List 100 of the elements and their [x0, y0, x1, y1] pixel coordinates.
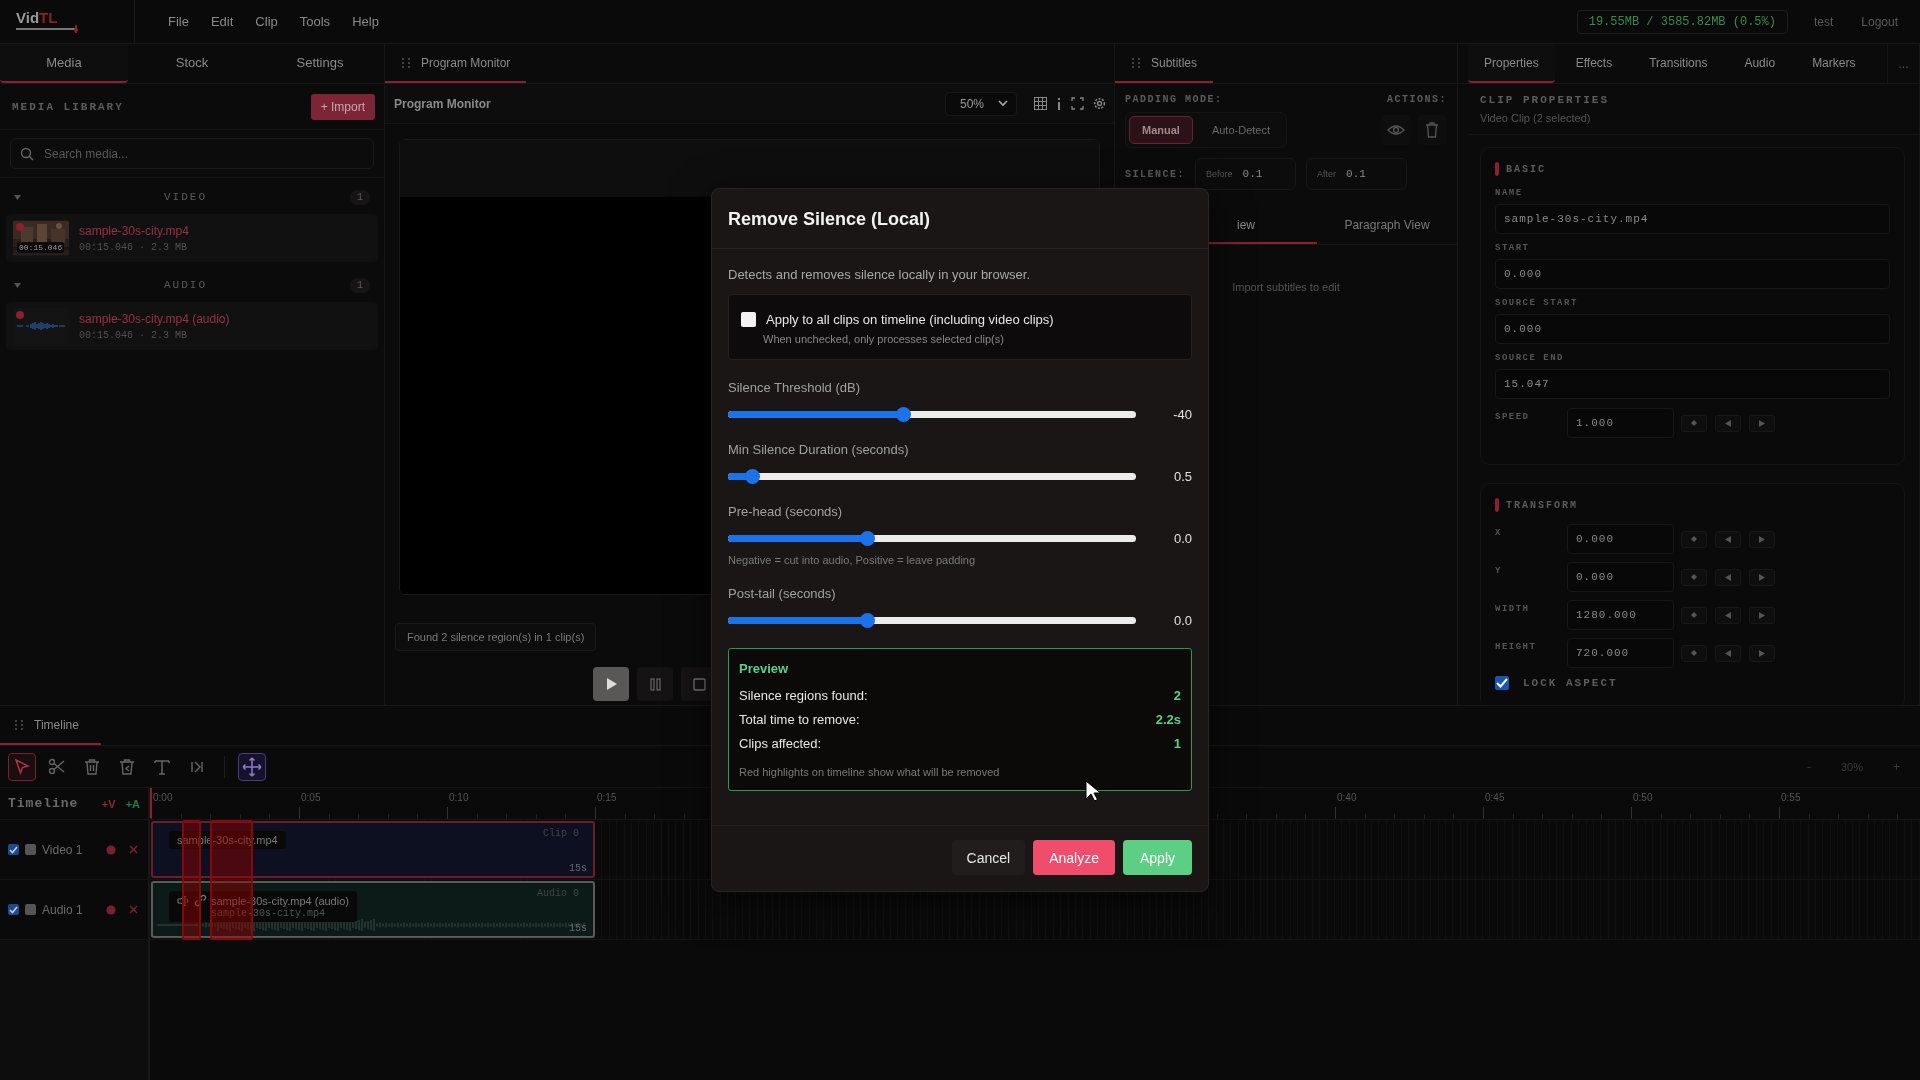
- number-field[interactable]: Before 0.1: [1195, 158, 1296, 190]
- clip-duration: 15s: [569, 923, 587, 934]
- search-field[interactable]: Search media...: [10, 138, 374, 169]
- number-field[interactable]: 0.000: [1567, 524, 1674, 554]
- number-field[interactable]: 1.000: [1567, 408, 1674, 438]
- close-icon: [128, 905, 138, 914]
- previous-keyframe-button[interactable]: [1715, 644, 1741, 662]
- memory-usage: 19.55MB / 3585.82MB (0.5%): [1576, 9, 1788, 34]
- checkbox[interactable]: [1495, 676, 1509, 690]
- field-label: SPEED: [1495, 412, 1531, 422]
- file-meta: 00:15.046 · 2.3 MB: [79, 329, 189, 341]
- fullscreen-icon[interactable]: [1071, 97, 1084, 110]
- checkbox[interactable]: [741, 312, 756, 327]
- next-keyframe-button[interactable]: [1749, 644, 1775, 662]
- chevron-icon: [998, 100, 1008, 107]
- time-label: 0:15: [597, 792, 617, 803]
- mode-option[interactable]: Auto-Detect: [1198, 116, 1283, 144]
- dialog-title: Remove Silence (Local): [712, 189, 1208, 249]
- file-meta: 00:15.046 · 2.3 MB: [79, 241, 189, 253]
- slider-thumb[interactable]: [745, 468, 761, 484]
- settings-icon[interactable]: [1093, 97, 1106, 110]
- checkbox-label: Apply to all clips on timeline (including video clips): [766, 312, 1054, 327]
- number-field[interactable]: 1280.000: [1567, 600, 1674, 630]
- left-arrow-icon: [1725, 419, 1731, 427]
- menu-item[interactable]: Edit: [199, 10, 245, 33]
- menu-item[interactable]: File: [157, 10, 200, 33]
- left-arrow-icon: [1725, 611, 1731, 619]
- next-keyframe-button[interactable]: [1749, 414, 1775, 432]
- menu-item[interactable]: Help: [341, 10, 390, 33]
- link-icon: [194, 894, 207, 907]
- track-name: Video 1: [42, 842, 83, 857]
- previous-keyframe-button[interactable]: [1715, 568, 1741, 586]
- caret-icon[interactable]: [14, 193, 21, 201]
- tool-button[interactable]: [8, 752, 36, 781]
- panel-tab[interactable]: Settings: [256, 44, 384, 83]
- import-button[interactable]: + Import: [310, 93, 375, 120]
- grid-icon[interactable]: [1034, 97, 1047, 110]
- menu-item[interactable]: Tools: [288, 10, 342, 33]
- media-item[interactable]: 00:15.046 sample-30s-city.mp4 00:15.046 · 2.3 MB: [6, 214, 378, 262]
- keyframe-button[interactable]: [1681, 530, 1707, 548]
- zoom-select[interactable]: 50%: [944, 91, 1017, 116]
- previous-keyframe-button[interactable]: [1715, 530, 1741, 548]
- number-field[interactable]: After 0.1: [1306, 158, 1407, 190]
- panel-tab[interactable]: Effects: [1559, 44, 1629, 83]
- text-field[interactable]: 0.000: [1495, 314, 1890, 344]
- keyframe-button[interactable]: [1681, 644, 1707, 662]
- move-tool-button[interactable]: [238, 752, 266, 781]
- check-icon: [9, 905, 18, 914]
- hint-text: Negative = cut into audio, Positive = leave padding: [728, 554, 977, 566]
- record-icon: [106, 844, 116, 855]
- previous-keyframe-button[interactable]: [1715, 414, 1741, 432]
- card-title: BASIC: [1506, 163, 1546, 175]
- next-keyframe-button[interactable]: [1749, 606, 1775, 624]
- keyframe-button[interactable]: [1681, 414, 1707, 432]
- scissors-icon: [48, 757, 66, 776]
- panel-tab[interactable]: Transitions: [1633, 44, 1724, 83]
- number-field[interactable]: 720.000: [1567, 638, 1674, 668]
- stat-value: 1: [1173, 735, 1181, 753]
- right-arrow-icon: [1759, 611, 1765, 619]
- text-field[interactable]: 0.000: [1495, 259, 1890, 289]
- panel-tab[interactable]: Stock: [128, 44, 256, 83]
- next-keyframe-button[interactable]: [1749, 530, 1775, 548]
- stat-label: Silence regions found:: [739, 687, 868, 705]
- field-label: X: [1495, 528, 1503, 538]
- cancel-button[interactable]: Cancel: [951, 840, 1026, 875]
- text-field[interactable]: 15.047: [1495, 369, 1890, 399]
- panel-tab[interactable]: Timeline: [0, 706, 101, 745]
- card-title: TRANSFORM: [1506, 499, 1578, 511]
- user-name: test: [1813, 14, 1834, 29]
- pause-button[interactable]: [637, 667, 673, 701]
- keyframe-button[interactable]: [1681, 606, 1707, 624]
- caret-icon[interactable]: [14, 281, 21, 289]
- keyframe-button[interactable]: [1681, 568, 1707, 586]
- trash-icon: [1425, 121, 1439, 138]
- menu-item[interactable]: Clip: [244, 10, 289, 33]
- analyze-button[interactable]: Analyze: [1033, 840, 1115, 875]
- mode-option[interactable]: Manual: [1129, 116, 1193, 144]
- panel-tab[interactable]: Audio: [1728, 44, 1792, 83]
- view-tab[interactable]: Paragraph View: [1317, 208, 1457, 244]
- previous-keyframe-button[interactable]: [1715, 606, 1741, 624]
- info-icon[interactable]: [1056, 96, 1062, 111]
- panel-tab[interactable]: Markers: [1796, 44, 1872, 83]
- slider-label: Post-tail (seconds): [728, 586, 837, 601]
- stat-value: 2.2s: [1155, 711, 1181, 729]
- field-value: 0.1: [1346, 168, 1366, 180]
- play-button[interactable]: [593, 667, 629, 701]
- slider-value: 0.0: [1172, 530, 1192, 546]
- text-field[interactable]: sample-30s-city.mp4: [1495, 204, 1890, 234]
- number-field[interactable]: 0.000: [1567, 562, 1674, 592]
- time-label: 0:10: [449, 792, 469, 803]
- select-icon: [13, 757, 31, 776]
- left-arrow-icon: [1725, 573, 1731, 581]
- slider-thumb[interactable]: [859, 530, 875, 546]
- slider-thumb[interactable]: [859, 612, 875, 628]
- next-keyframe-button[interactable]: [1749, 568, 1775, 586]
- field-label: Before: [1206, 169, 1233, 179]
- field-label: ACTIONS:: [1387, 94, 1447, 105]
- panel-tab[interactable]: Subtitles: [1115, 44, 1214, 83]
- add-audio-track-button[interactable]: +A: [125, 797, 140, 810]
- slider-thumb[interactable]: [896, 406, 912, 422]
